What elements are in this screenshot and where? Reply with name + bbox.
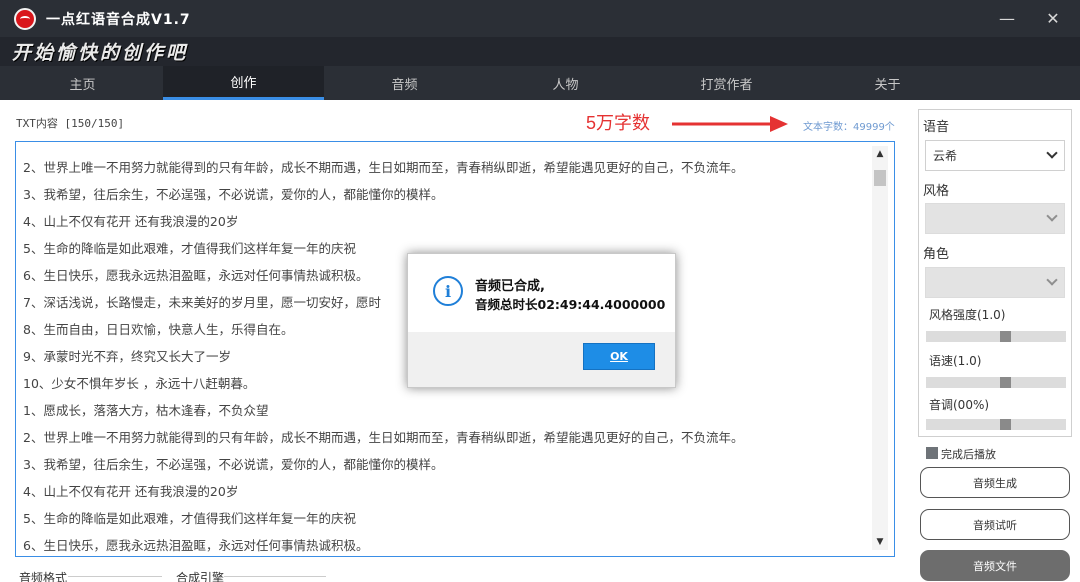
nav-bar: 主页 创作 音频 人物 打赏作者 关于 <box>0 66 1080 100</box>
generate-audio-button[interactable]: 音频生成 <box>920 467 1070 498</box>
info-icon: i <box>433 276 463 306</box>
annotation-arrow-icon <box>672 116 788 132</box>
text-line: 1、愿成长，落落大方，枯木逢春，不负众望 <box>23 403 269 418</box>
audio-file-button[interactable]: 音频文件 <box>920 550 1070 581</box>
style-label: 风格 <box>923 184 950 199</box>
minimize-icon[interactable]: — <box>984 0 1030 37</box>
text-line: 2、世界上唯一不用努力就能得到的只有年龄，成长不期而遇，生日如期而至，青春稍纵即… <box>23 430 744 445</box>
text-line: 4、山上不仅有花开 还有我浪漫的20岁 <box>23 214 239 229</box>
title-bar: 一点红语音合成V1.7 — ✕ <box>0 0 1080 37</box>
role-select[interactable] <box>925 267 1065 298</box>
annotation-text: 5万字数 <box>586 113 651 133</box>
pitch-label: 音调(00%) <box>929 398 990 412</box>
autoplay-label: 完成后播放 <box>941 448 996 461</box>
chevron-down-icon <box>1046 274 1058 286</box>
speed-label: 语速(1.0) <box>929 354 982 368</box>
dialog-message-line1: 音频已合成, <box>475 279 545 294</box>
text-line: 5、生命的降临是如此艰难，才值得我们这样年复一年的庆祝 <box>23 511 356 526</box>
engine-label: 合成引擎 <box>176 571 225 582</box>
slider-thumb[interactable] <box>1000 419 1011 430</box>
voice-select[interactable]: 云希 <box>925 140 1065 171</box>
slogan-text: 开始愉快的创作吧 <box>12 42 189 64</box>
dialog-message-line2: 音频总时长02:49:44.4000000 <box>475 297 666 312</box>
text-line: 4、山上不仅有花开 还有我浪漫的20岁 <box>23 484 239 499</box>
slider-thumb[interactable] <box>1000 331 1011 342</box>
tab-donate[interactable]: 打赏作者 <box>646 66 807 100</box>
app-logo-icon <box>14 7 36 30</box>
tab-create[interactable]: 创作 <box>163 66 324 100</box>
text-line: 2、世界上唯一不用努力就能得到的只有年龄，成长不期而遇，生日如期而至，青春稍纵即… <box>23 160 744 175</box>
style-strength-label: 风格强度(1.0) <box>929 308 1006 322</box>
slogan-banner: 开始愉快的创作吧 <box>0 37 1080 66</box>
scroll-up-icon[interactable]: ▲ <box>872 146 888 162</box>
voice-label: 语音 <box>923 120 950 135</box>
style-select[interactable] <box>925 203 1065 234</box>
close-icon[interactable]: ✕ <box>1030 0 1076 37</box>
scroll-thumb[interactable] <box>874 170 886 186</box>
char-count: 文本字数：49999个 <box>803 122 895 133</box>
autoplay-checkbox[interactable] <box>926 447 938 459</box>
slider-thumb[interactable] <box>1000 377 1011 388</box>
text-line: 3、我希望，往后余生，不必逞强，不必说谎，爱你的人，都能懂你的模样。 <box>23 457 444 472</box>
tab-characters[interactable]: 人物 <box>485 66 646 100</box>
content-label: TXT内容 [150/150] <box>16 117 125 130</box>
scroll-down-icon[interactable]: ▼ <box>872 534 888 550</box>
tab-home[interactable]: 主页 <box>2 66 163 100</box>
text-line: 6、生日快乐，愿我永远热泪盈眶，永远对任何事情热诚积极。 <box>23 538 369 553</box>
role-label: 角色 <box>923 247 950 262</box>
pitch-slider[interactable] <box>926 419 1066 430</box>
audio-format-label: 音频格式 <box>19 571 68 582</box>
ok-button[interactable]: OK <box>583 343 655 370</box>
preview-audio-button[interactable]: 音频试听 <box>920 509 1070 540</box>
message-dialog: i 音频已合成, 音频总时长02:49:44.4000000 OK <box>407 253 676 388</box>
text-line: 3、我希望，往后余生，不必逞强，不必说谎，爱你的人，都能懂你的模样。 <box>23 187 444 202</box>
style-strength-slider[interactable] <box>926 331 1066 342</box>
tab-about[interactable]: 关于 <box>807 66 968 100</box>
tab-audio[interactable]: 音频 <box>324 66 485 100</box>
audio-format-select[interactable] <box>68 576 162 577</box>
app-title: 一点红语音合成V1.7 <box>46 11 191 28</box>
chevron-down-icon <box>1046 147 1058 159</box>
voice-select-value: 云希 <box>933 149 958 163</box>
chevron-down-icon <box>1046 210 1058 222</box>
speed-slider[interactable] <box>926 377 1066 388</box>
editor-scrollbar[interactable]: ▲ ▼ <box>872 146 888 550</box>
engine-select[interactable] <box>224 576 326 577</box>
dialog-body: i 音频已合成, 音频总时长02:49:44.4000000 <box>408 254 675 332</box>
